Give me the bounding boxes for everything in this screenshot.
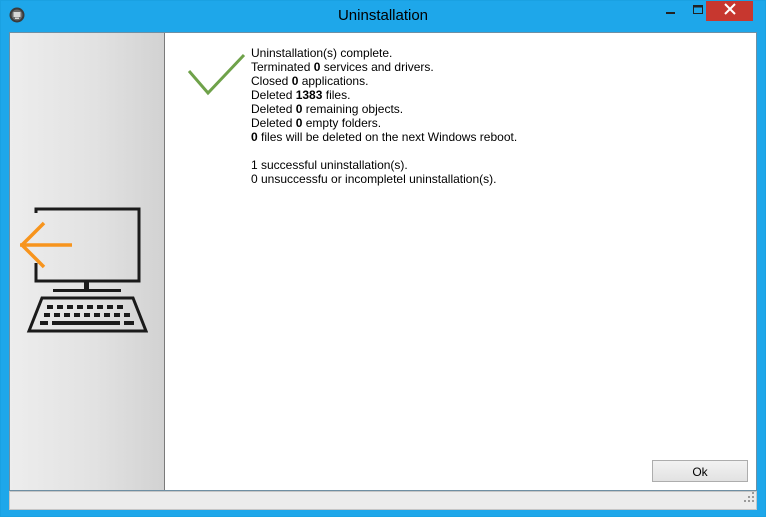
resize-grip-icon[interactable] [744, 489, 754, 507]
summary-unsuccessful: 0 unsuccessfu or incompletel uninstallat… [251, 172, 497, 186]
status-line-deleted-files: Deleted 1383 files. [251, 88, 351, 102]
status-bar [9, 491, 757, 510]
status-line-closed: Closed 0 applications. [251, 74, 369, 88]
status-line-complete: Uninstallation(s) complete. [251, 46, 393, 60]
status-line-reboot: 0 files will be deleted on the next Wind… [251, 130, 518, 144]
status-line-folders: Deleted 0 empty folders. [251, 116, 382, 130]
result-message: Uninstallation(s) complete. Terminated 0… [251, 46, 517, 186]
sidebar-panel [10, 33, 165, 490]
window-title: Uninstallation [337, 7, 429, 24]
title-bar[interactable]: Uninstallation [1, 1, 765, 32]
ok-button[interactable]: Ok [652, 460, 748, 482]
uninstallation-window: Uninstallation Uninstallation(s) complet… [0, 0, 766, 517]
minimize-icon [666, 2, 676, 20]
minimize-button[interactable] [658, 1, 684, 21]
maximize-icon [692, 2, 704, 20]
summary-successful: 1 successful uninstallation(s). [251, 158, 408, 172]
close-button[interactable] [706, 1, 753, 21]
status-line-terminated: Terminated 0 services and drivers. [251, 60, 434, 74]
checkmark-icon [187, 53, 246, 102]
status-line-remaining: Deleted 0 remaining objects. [251, 102, 404, 116]
content-panel: Uninstallation(s) complete. Terminated 0… [9, 32, 757, 491]
close-icon [723, 2, 736, 20]
computer-uninstall-icon [19, 205, 149, 342]
